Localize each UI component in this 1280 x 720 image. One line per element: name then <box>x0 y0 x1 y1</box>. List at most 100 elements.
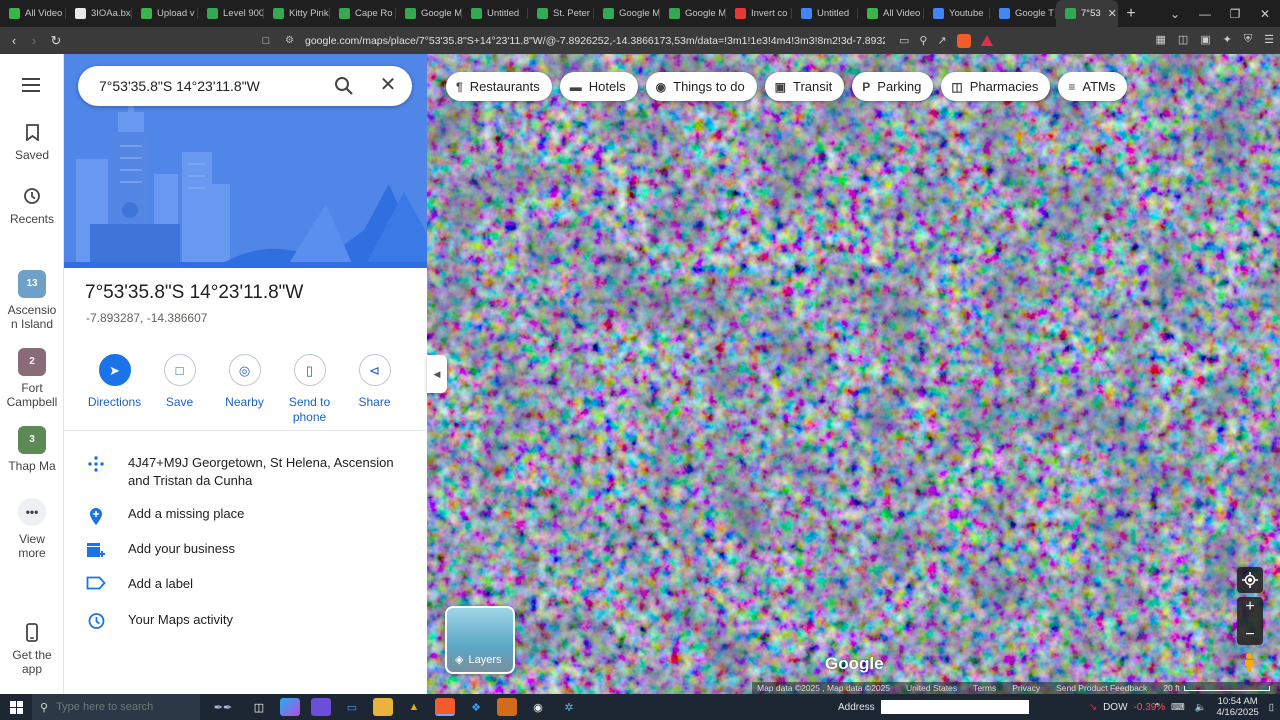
chip-things-to-do[interactable]: ◉ Things to do <box>645 72 757 101</box>
place-coordinates[interactable]: -7.893287, -14.386607 <box>86 311 207 325</box>
browser-tab[interactable]: Google M <box>396 0 462 27</box>
browser-tab[interactable]: Upload v <box>132 0 198 27</box>
url-field[interactable]: ⚙ google.com/maps/place/7°53'35.8"S+14°2… <box>285 31 1033 50</box>
browser-tab[interactable]: Untitled <box>792 0 858 27</box>
action-directions[interactable]: ➤ Directions <box>82 354 147 425</box>
browser-tab[interactable]: 3IOAa.bx <box>66 0 132 27</box>
brave-taskbar-icon[interactable] <box>435 698 455 716</box>
brave-rewards-icon[interactable] <box>980 35 993 46</box>
browser-tab[interactable]: Google T <box>990 0 1056 27</box>
vlc-icon[interactable]: ▲ <box>404 698 424 716</box>
keyboard-icon[interactable]: ⌨ <box>1171 702 1185 713</box>
site-info-icon[interactable]: ⚙ <box>285 35 299 46</box>
add-missing-place-row[interactable]: Add a missing place <box>64 505 427 526</box>
extensions-icon[interactable]: ▦ <box>1155 33 1165 46</box>
notifications-icon[interactable]: ▯ <box>1269 702 1274 713</box>
network-app-icon[interactable]: ❖ <box>466 698 486 716</box>
taskbar-search-input[interactable] <box>56 701 177 713</box>
chip-hotels[interactable]: ▬ Hotels <box>559 72 638 101</box>
zoom-out-icon[interactable]: − <box>1245 626 1254 644</box>
my-location-button[interactable] <box>1237 567 1263 593</box>
taskbar-search[interactable]: ⚲ <box>32 694 200 720</box>
rail-view-more[interactable]: ••• View more <box>0 498 64 560</box>
monitor-icon[interactable]: ▭ <box>342 698 362 716</box>
restore-icon[interactable]: ❐ <box>1220 7 1250 21</box>
browser-tab[interactable]: All Video <box>0 0 66 27</box>
pen-widget-icon[interactable]: ✒✒ <box>208 698 238 716</box>
wallet-icon[interactable]: ▣ <box>1200 33 1210 46</box>
chip-transit[interactable]: ▣ Transit <box>764 72 845 101</box>
close-icon[interactable]: ✕ <box>378 75 398 95</box>
address-toolbar-input[interactable] <box>880 700 1029 714</box>
app-icon[interactable] <box>311 698 331 716</box>
volume-icon[interactable]: 🔈 <box>1195 702 1207 713</box>
terms-link[interactable]: Terms <box>973 683 996 693</box>
vpn-icon[interactable]: ⛨ <box>1244 33 1252 46</box>
share-page-icon[interactable]: ↗ <box>937 34 946 47</box>
collapse-panel-button[interactable]: ◀ <box>427 355 447 393</box>
sidebar-icon[interactable]: ◫ <box>1178 33 1188 46</box>
ticker-symbol[interactable]: DOW <box>1103 702 1127 713</box>
rail-recent-item[interactable]: 3 Thap Ma <box>0 426 64 473</box>
browser-tab[interactable]: Level 900 <box>198 0 264 27</box>
obs-icon[interactable]: ◉ <box>528 698 548 716</box>
brave-shields-icon[interactable] <box>956 33 971 48</box>
bookmark-page-icon[interactable]: □ <box>256 35 276 47</box>
browser-tab[interactable]: Untitled <box>462 0 528 27</box>
menu-hamburger-icon[interactable] <box>22 78 40 96</box>
browser-tab[interactable]: Youtube <box>924 0 990 27</box>
task-view-icon[interactable]: ◫ <box>249 698 269 716</box>
browser-tab-active[interactable]: 7°53 ✕ <box>1056 0 1118 27</box>
zoom-icon[interactable]: ⚲ <box>919 34 927 47</box>
close-window-icon[interactable]: ✕ <box>1250 7 1280 21</box>
browser-tab[interactable]: Google M <box>594 0 660 27</box>
start-button[interactable] <box>0 700 32 714</box>
browser-tab[interactable]: Invert co <box>726 0 792 27</box>
plus-code-row[interactable]: 4J47+M9J Georgetown, St Helena, Ascensio… <box>64 454 427 490</box>
action-share[interactable]: ⊲ Share <box>342 354 407 425</box>
file-explorer-icon[interactable] <box>373 698 393 716</box>
rail-recent-item[interactable]: 13 Ascensio n Island <box>0 270 64 331</box>
browser-tab[interactable]: Cape Ro <box>330 0 396 27</box>
url-text[interactable]: google.com/maps/place/7°53'35.8"S+14°23'… <box>305 35 885 47</box>
browser-tab[interactable]: All Video <box>858 0 924 27</box>
snipping-icon[interactable]: ✲ <box>559 698 579 716</box>
reload-icon[interactable]: ↻ <box>46 33 66 49</box>
layers-button[interactable]: ◈ Layers <box>445 606 515 674</box>
action-send-to-phone[interactable]: ▯ Send to phone <box>277 354 342 425</box>
add-business-row[interactable]: Add your business <box>64 540 427 559</box>
chip-restaurants[interactable]: ¶ Restaurants <box>446 72 552 101</box>
rail-recents[interactable]: Recents <box>0 186 64 226</box>
pegman-icon[interactable] <box>1240 652 1258 672</box>
copilot-icon[interactable] <box>280 698 300 716</box>
tab-close-icon[interactable]: ✕ <box>1108 7 1117 20</box>
rail-get-app[interactable]: Get the app <box>0 622 64 676</box>
search-input[interactable] <box>99 78 319 94</box>
menu-icon[interactable]: ☰ <box>1264 33 1274 46</box>
maps-activity-row[interactable]: Your Maps activity <box>64 611 427 630</box>
clock[interactable]: 10:54 AM 4/16/2025 <box>1217 696 1259 718</box>
tray-overflow-icon[interactable]: ⌃ <box>1153 702 1161 713</box>
zoom-in-icon[interactable]: + <box>1245 598 1254 616</box>
action-nearby[interactable]: ◎ Nearby <box>212 354 277 425</box>
back-icon[interactable]: ‹ <box>4 33 24 48</box>
paint-icon[interactable] <box>497 698 517 716</box>
browser-tab[interactable]: Google M <box>660 0 726 27</box>
screen-icon[interactable]: ▭ <box>899 34 909 47</box>
forward-icon[interactable]: › <box>24 33 44 48</box>
region-link[interactable]: United States <box>906 683 957 693</box>
chip-pharmacies[interactable]: ◫ Pharmacies <box>941 72 1051 101</box>
chip-parking[interactable]: P Parking <box>852 72 934 101</box>
chip-atms[interactable]: ≡ ATMs <box>1058 72 1128 101</box>
add-label-row[interactable]: Add a label <box>64 575 427 593</box>
action-save[interactable]: □ Save <box>147 354 212 425</box>
new-tab-icon[interactable]: + <box>1118 5 1144 23</box>
search-box[interactable]: ✕ <box>78 66 412 106</box>
rail-saved[interactable]: Saved <box>0 122 64 162</box>
browser-tab[interactable]: St. Peter <box>528 0 594 27</box>
satellite-map[interactable] <box>427 54 1280 694</box>
rail-recent-item[interactable]: 2 Fort Campbell <box>0 348 64 409</box>
browser-tab[interactable]: Kitty Pink <box>264 0 330 27</box>
leo-ai-icon[interactable]: ✦ <box>1223 33 1232 46</box>
tab-search-icon[interactable]: ⌄ <box>1160 7 1190 21</box>
